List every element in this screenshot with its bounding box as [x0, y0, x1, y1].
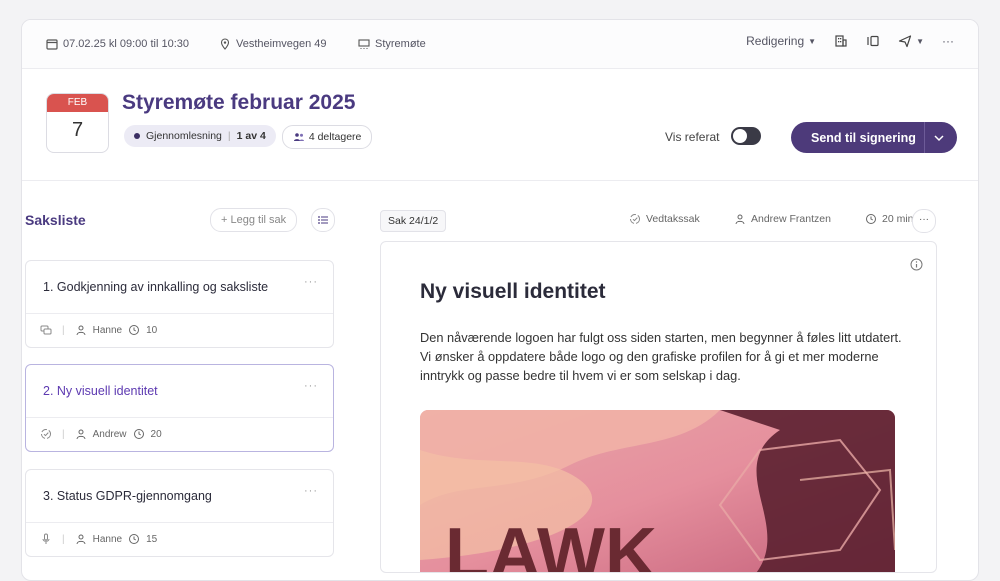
mic-icon: [42, 533, 50, 544]
case-number-tag: Sak 24/1/2: [380, 210, 447, 232]
info-icon[interactable]: [910, 258, 923, 271]
agenda-item-header: 1. Godkjenning av innkalling og sakslist…: [26, 261, 333, 314]
person-icon: [76, 325, 86, 336]
case-description: Den nåværende logoen har fulgt oss siden…: [420, 330, 902, 383]
clock-icon: [129, 325, 140, 335]
separator: |: [62, 324, 65, 336]
separator: |: [62, 428, 65, 440]
chat-icon: [40, 325, 52, 335]
clock-icon: [133, 429, 144, 439]
decision-icon: [41, 429, 51, 439]
agenda-item-header: 2. Ny visuell identitet ···: [26, 365, 333, 418]
add-item-button[interactable]: + Legg til sak: [210, 208, 298, 232]
agenda-item-owner: Andrew: [92, 428, 127, 440]
visual-identity-image: LAWK: [420, 410, 895, 573]
case-type: Vedtakssak: [629, 213, 700, 225]
case-type-text: Vedtakssak: [646, 213, 700, 225]
list-view-button[interactable]: [311, 208, 335, 232]
agenda-item-owner: Hanne: [92, 533, 123, 545]
case-duration-text: 20 min: [882, 213, 914, 225]
agenda-item-duration: 15: [146, 533, 158, 545]
clock-icon: [129, 534, 140, 544]
agenda-item-header: 3. Status GDPR-gjennomgang ···: [26, 470, 333, 523]
identity-artwork-text: LAWK: [445, 514, 657, 573]
agenda-item-duration: 10: [146, 324, 158, 336]
case-duration: 20 min: [865, 213, 914, 225]
meeting-window: 07.02.25 kl 09:00 til 10:30 Vestheimvege…: [21, 19, 979, 581]
case-more-button[interactable]: ···: [912, 209, 936, 233]
case-owner-text: Andrew Frantzen: [751, 213, 831, 225]
identity-artwork: LAWK: [420, 410, 895, 573]
agenda-item-title: 1. Godkjenning av innkalling og sakslist…: [43, 280, 269, 294]
case-title: Ny visuell identitet: [420, 280, 606, 303]
agenda-item-footer: | Hanne 15: [26, 523, 333, 556]
case-content-panel: Ny visuell identitet Den nåværende logoe…: [380, 241, 937, 573]
agenda-item-owner: Hanne: [92, 324, 123, 336]
agenda-item[interactable]: 3. Status GDPR-gjennomgang ··· | Hanne 1…: [25, 469, 334, 557]
list-icon: [318, 216, 328, 224]
case-owner: Andrew Frantzen: [734, 213, 831, 225]
agenda-item-title: 3. Status GDPR-gjennomgang: [43, 489, 212, 503]
agenda-item-menu-button[interactable]: ···: [304, 485, 318, 497]
agenda-item[interactable]: 1. Godkjenning av innkalling og sakslist…: [25, 260, 334, 348]
body-area: Saksliste + Legg til sak 1. Godkjenning …: [22, 20, 978, 580]
agenda-item-menu-button[interactable]: ···: [304, 380, 318, 392]
agenda-item-selected[interactable]: 2. Ny visuell identitet ··· | Andrew 20: [25, 364, 334, 452]
agenda-title: Saksliste: [25, 212, 86, 228]
agenda-item-title: 2. Ny visuell identitet: [43, 384, 158, 398]
separator: |: [62, 533, 65, 545]
person-icon: [76, 429, 86, 440]
person-icon: [735, 214, 745, 225]
agenda-item-footer: | Andrew 20: [26, 418, 333, 451]
agenda-item-footer: | Hanne 10: [26, 314, 333, 347]
clock-icon: [866, 214, 876, 224]
person-icon: [76, 534, 86, 545]
agenda-item-duration: 20: [150, 428, 162, 440]
decision-icon: [630, 214, 640, 224]
agenda-item-menu-button[interactable]: ···: [304, 276, 318, 288]
